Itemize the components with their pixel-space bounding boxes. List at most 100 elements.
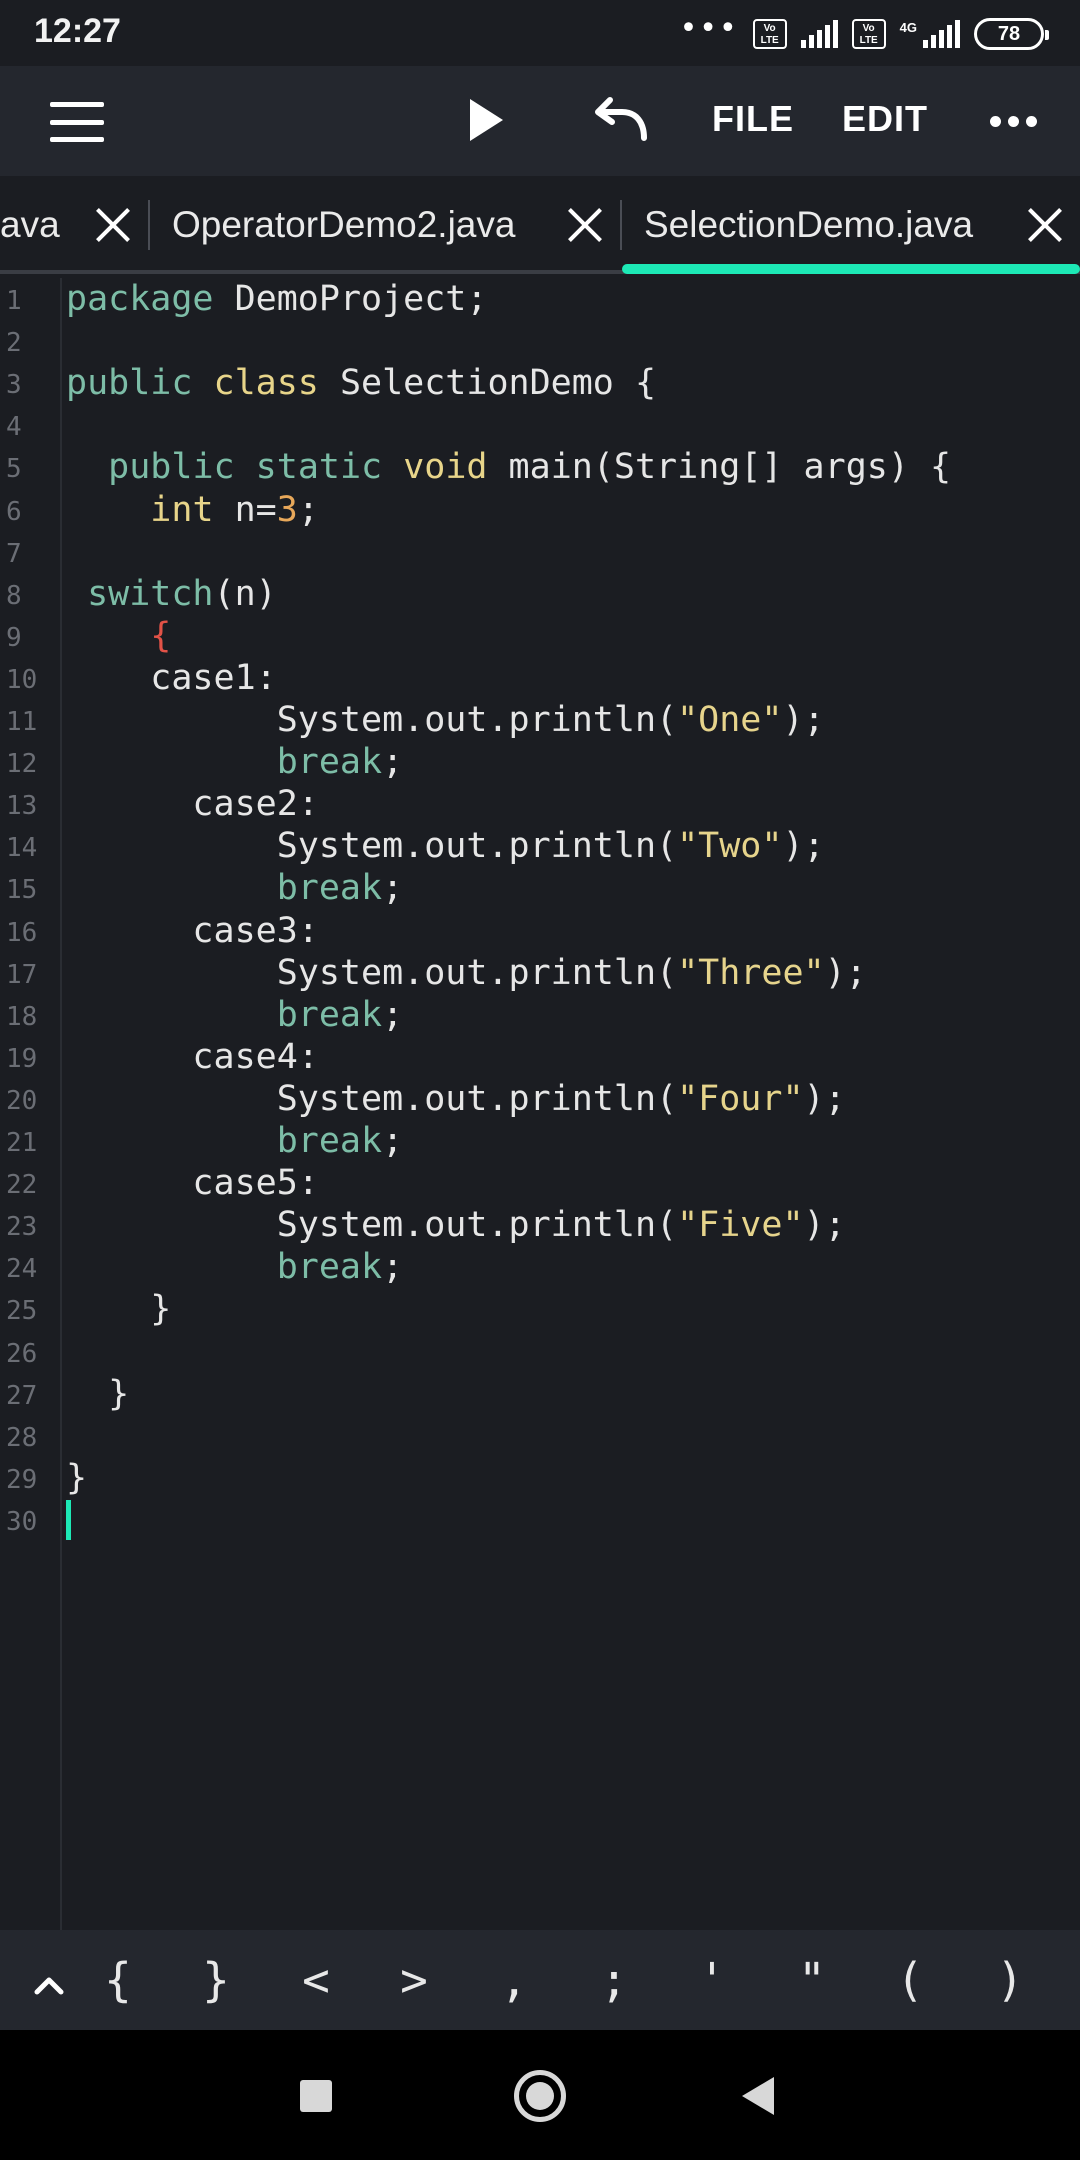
line-number: 5 [6,454,22,485]
code-line[interactable]: break; [66,867,403,909]
line-number: 4 [6,412,22,443]
code-line[interactable]: package DemoProject; [66,278,487,320]
code-line[interactable]: case3: [66,910,318,952]
code-line[interactable]: { [66,615,171,657]
code-token: break [276,1247,383,1288]
code-token: public [108,447,235,488]
code-token: 3 [276,489,298,530]
code-line[interactable]: } [66,1457,87,1499]
code-token: case4: [66,1036,319,1077]
code-line[interactable]: System.out.println("One"); [66,699,825,741]
symbol-key[interactable]: ; [584,1952,644,2008]
code-token: ); [824,952,867,993]
line-number: 12 [6,749,38,780]
symbol-key[interactable]: > [384,1952,444,2008]
caret-up-icon[interactable] [34,1970,64,2000]
code-line[interactable]: } [66,1373,129,1415]
code-token: ; [382,742,404,783]
symbol-key[interactable]: ' [682,1952,742,2008]
code-token: case5: [66,1163,319,1204]
close-icon[interactable] [94,206,132,244]
tab-operatordemo2[interactable]: OperatorDemo2.java [172,176,572,274]
symbol-key[interactable]: , [484,1952,544,2008]
line-number: 27 [6,1380,38,1411]
code-line[interactable]: System.out.println("Four"); [66,1078,846,1120]
code-line[interactable]: public class SelectionDemo { [66,362,656,404]
file-tabs: ava OperatorDemo2.java SelectionDemo.jav… [0,176,1080,274]
code-token: "Five" [677,1205,804,1246]
code-token: DemoProject; [213,279,488,319]
line-number: 19 [6,1043,38,1074]
home-circle-icon[interactable] [514,2070,566,2122]
signal-icon [800,20,838,48]
symbol-key[interactable]: ) [980,1952,1040,2008]
line-number: 13 [6,791,38,822]
code-line[interactable]: case2: [66,783,319,825]
code-token: void [403,447,488,488]
undo-icon[interactable] [588,96,648,146]
code-line[interactable]: } [66,1288,171,1330]
code-line[interactable]: case4: [66,1036,319,1078]
code-token: System.out.println( [66,1078,678,1119]
code-line[interactable]: switch(n) [66,573,277,615]
status-bar: 12:27 ••• Vo LTE Vo LTE 4G 78 [0,0,1080,66]
code-line[interactable]: break; [66,1120,403,1162]
active-tab-indicator [622,264,1080,274]
file-menu-button[interactable]: FILE [712,98,794,140]
symbol-key[interactable]: { [88,1952,148,2008]
square-icon[interactable] [300,2080,332,2112]
code-token: switch [87,573,214,614]
code-token: } [66,1457,88,1498]
code-token: { [150,615,172,656]
code-token: } [66,1373,130,1414]
tab-selectiondemo[interactable]: SelectionDemo.java [644,176,1014,274]
code-line[interactable]: System.out.println("Five"); [66,1204,846,1246]
code-token: (n) [213,573,277,614]
line-number: 14 [6,833,38,864]
edit-menu-button[interactable]: EDIT [842,98,928,140]
code-token: case2: [66,784,319,825]
code-token: static [255,447,383,488]
line-number: 29 [6,1464,38,1495]
tab-divider [620,200,622,250]
code-line[interactable]: break; [66,741,403,783]
code-token: main(String[] args) { [487,447,952,488]
code-line[interactable]: System.out.println("Two"); [66,825,825,867]
line-number: 20 [6,1085,38,1116]
code-token: break [276,868,383,909]
close-icon[interactable] [566,206,604,244]
hamburger-menu-icon[interactable] [50,102,104,142]
code-token: "Three" [677,952,825,993]
code-token: n= [213,489,277,530]
line-number: 6 [6,496,22,527]
line-number: 21 [6,1128,38,1158]
symbol-key[interactable]: < [286,1952,346,2008]
close-icon[interactable] [1026,206,1064,244]
code-token: ; [382,1121,404,1161]
play-icon[interactable] [470,99,503,141]
code-line[interactable]: public static void main(String[] args) { [66,446,951,488]
code-line[interactable]: case1: [66,657,276,699]
symbol-key[interactable]: } [186,1952,246,2008]
code-line[interactable]: System.out.println("Three"); [66,952,867,994]
line-number: 10 [6,664,38,695]
code-line[interactable]: break; [66,1246,403,1288]
symbol-key[interactable]: " [782,1952,842,2008]
more-dots-icon[interactable] [990,116,1037,127]
back-triangle-icon[interactable] [742,2077,774,2115]
code-editor[interactable]: 1 package DemoProject; 2 3 public class Sele… [0,278,1080,1930]
tab-label: OperatorDemo2.java [172,204,516,245]
code-line[interactable]: case5: [66,1162,319,1204]
line-number: 28 [6,1422,38,1453]
line-number: 26 [6,1338,38,1369]
code-line[interactable]: int n=3; [66,489,319,531]
symbol-key[interactable]: ( [880,1952,940,2008]
status-icons: ••• Vo LTE Vo LTE 4G 78 [680,14,1049,54]
code-line[interactable]: break; [66,994,403,1036]
line-number: 11 [6,707,38,737]
